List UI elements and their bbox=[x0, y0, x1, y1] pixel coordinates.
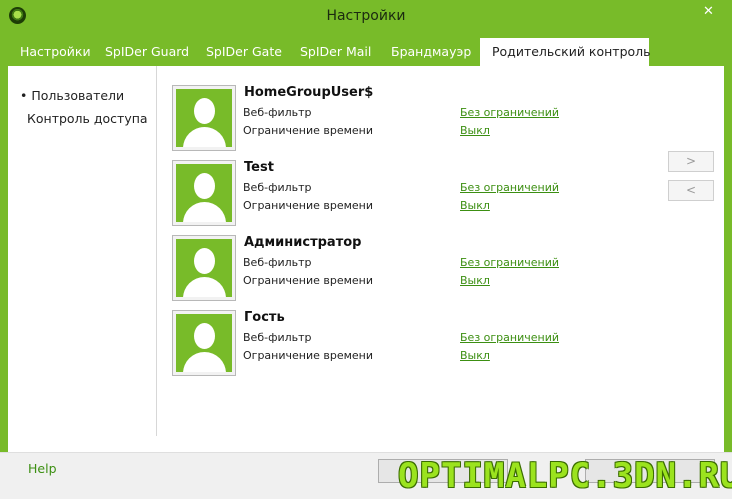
web-filter-label: Веб-фильтр bbox=[243, 181, 312, 194]
tab-bar: Настройки SpIDer Guard SpIDer Gate SpIDe… bbox=[8, 38, 724, 66]
watermark-text: OPTIMALPC.3DN.RU bbox=[398, 456, 732, 496]
user-card: Test Веб-фильтр Без ограничений Ограниче… bbox=[172, 160, 572, 226]
sidebar-item-access-control[interactable]: Контроль доступа bbox=[27, 111, 148, 126]
user-card: HomeGroupUser$ Веб-фильтр Без ограничени… bbox=[172, 85, 572, 151]
web-filter-link[interactable]: Без ограничений bbox=[460, 181, 559, 194]
time-limit-link[interactable]: Выкл bbox=[460, 349, 490, 362]
prev-user-button[interactable]: < bbox=[668, 180, 714, 201]
time-limit-label: Ограничение времени bbox=[243, 124, 374, 137]
user-avatar[interactable] bbox=[172, 235, 236, 301]
tab-settings[interactable]: Настройки bbox=[8, 38, 103, 66]
tab-spider-gate[interactable]: SpIDer Gate bbox=[194, 38, 294, 66]
user-avatar[interactable] bbox=[172, 160, 236, 226]
sidebar: • Пользователи Контроль доступа bbox=[8, 66, 157, 436]
title-bar: Настройки ✕ bbox=[0, 0, 732, 32]
next-user-button[interactable]: > bbox=[668, 151, 714, 172]
content-panel: • Пользователи Контроль доступа HomeGrou… bbox=[8, 66, 724, 452]
user-avatar[interactable] bbox=[172, 85, 236, 151]
user-avatar[interactable] bbox=[172, 310, 236, 376]
tab-firewall[interactable]: Брандмауэр bbox=[379, 38, 483, 66]
web-filter-label: Веб-фильтр bbox=[243, 331, 312, 344]
user-name: Test bbox=[244, 160, 274, 175]
tab-parental-control[interactable]: Родительский контроль bbox=[480, 38, 651, 66]
web-filter-link[interactable]: Без ограничений bbox=[460, 331, 559, 344]
web-filter-link[interactable]: Без ограничений bbox=[460, 106, 559, 119]
time-limit-label: Ограничение времени bbox=[243, 349, 374, 362]
user-name: HomeGroupUser$ bbox=[244, 85, 374, 100]
web-filter-label: Веб-фильтр bbox=[243, 106, 312, 119]
web-filter-link[interactable]: Без ограничений bbox=[460, 256, 559, 269]
close-button[interactable]: ✕ bbox=[693, 2, 724, 22]
help-link[interactable]: Help bbox=[28, 461, 57, 476]
tab-spider-mail[interactable]: SpIDer Mail bbox=[288, 38, 383, 66]
user-name: Гость bbox=[244, 310, 285, 325]
user-silhouette-icon bbox=[176, 239, 232, 297]
user-silhouette-icon bbox=[176, 89, 232, 147]
user-card: Администратор Веб-фильтр Без ограничений… bbox=[172, 235, 572, 301]
user-name: Администратор bbox=[244, 235, 362, 250]
time-limit-label: Ограничение времени bbox=[243, 199, 374, 212]
time-limit-link[interactable]: Выкл bbox=[460, 199, 490, 212]
settings-window: Настройки ✕ Настройки SpIDer Guard SpIDe… bbox=[0, 0, 732, 499]
time-limit-label: Ограничение времени bbox=[243, 274, 374, 287]
window-title: Настройки bbox=[326, 8, 406, 24]
time-limit-link[interactable]: Выкл bbox=[460, 274, 490, 287]
web-filter-label: Веб-фильтр bbox=[243, 256, 312, 269]
tab-spider-guard[interactable]: SpIDer Guard bbox=[93, 38, 201, 66]
user-silhouette-icon bbox=[176, 164, 232, 222]
time-limit-link[interactable]: Выкл bbox=[460, 124, 490, 137]
sidebar-item-users[interactable]: • Пользователи bbox=[20, 88, 124, 103]
user-card: Гость Веб-фильтр Без ограничений Огранич… bbox=[172, 310, 572, 376]
user-silhouette-icon bbox=[176, 314, 232, 372]
